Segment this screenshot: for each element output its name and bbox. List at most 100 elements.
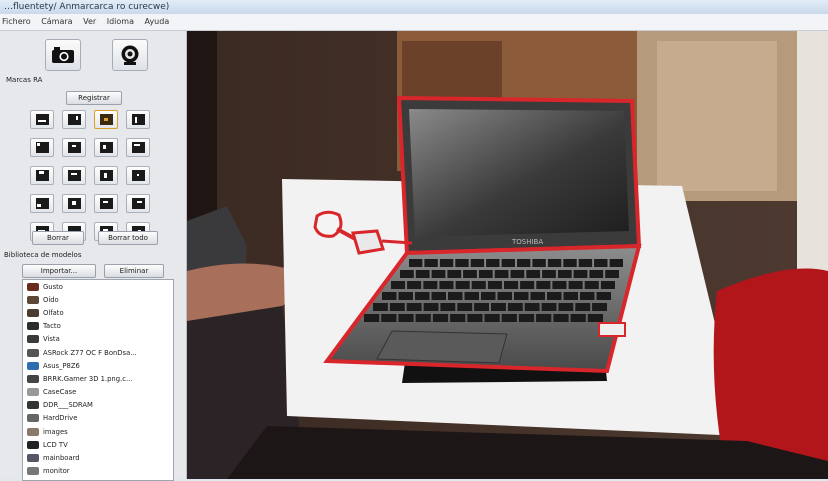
marker-cell[interactable] <box>126 166 150 185</box>
model-list-item[interactable]: mainboard <box>23 451 173 464</box>
model-thumbnail-icon <box>27 282 39 291</box>
model-list-item[interactable]: CaseCase <box>23 386 173 399</box>
register-button[interactable]: Registrar <box>66 91 122 105</box>
model-name: Tacto <box>43 322 61 331</box>
keyboard-key <box>587 314 603 322</box>
menu-camara[interactable]: Cámara <box>41 17 72 26</box>
left-panel: Marcas RA Registrar Borrar Borrar todo B… <box>0 31 187 481</box>
model-list-item[interactable]: DDR___SDRAM <box>23 399 173 412</box>
keyboard-key <box>407 281 422 289</box>
keyboard-key <box>501 314 517 322</box>
menu-idioma[interactable]: Idioma <box>107 17 134 26</box>
marker-cell[interactable] <box>126 110 150 129</box>
model-list-item[interactable]: HardDrive <box>23 412 173 425</box>
model-thumbnail-icon <box>27 361 39 370</box>
marker-grid <box>30 110 160 241</box>
keyboard-key <box>415 270 430 278</box>
keyboard-key <box>467 314 483 322</box>
ar-marker-icon <box>67 142 81 153</box>
keyboard-key <box>507 303 523 311</box>
model-thumbnail-icon <box>27 374 39 383</box>
model-list-item[interactable]: Asus_P8Z6 <box>23 359 173 372</box>
keyboard-key <box>424 259 438 267</box>
keyboard-key <box>578 259 593 267</box>
marker-cell[interactable] <box>30 110 54 129</box>
menu-ver[interactable]: Ver <box>83 17 96 26</box>
keyboard-key <box>573 270 588 278</box>
keyboard-key <box>484 314 500 322</box>
laptop-screen <box>409 109 629 237</box>
model-thumbnail-icon <box>27 467 39 476</box>
keyboard-key <box>389 303 405 311</box>
ar-marker-icon <box>99 142 113 153</box>
model-list-item[interactable]: BRRK.Gamer 3D 1.png.c... <box>23 372 173 385</box>
model-name: monitor <box>43 467 70 476</box>
ar-marker-icon <box>67 198 81 209</box>
marker-cell[interactable] <box>62 194 86 213</box>
model-name: Vista <box>43 335 60 344</box>
model-list-item[interactable]: Tacto <box>23 320 173 333</box>
keyboard-key <box>491 303 506 311</box>
keyboard-key <box>532 259 546 267</box>
keyboard-key <box>510 270 525 278</box>
power-adapter <box>351 229 385 255</box>
keyboard-key <box>448 292 463 300</box>
laptop-brand-label: TOSHIBA <box>511 238 543 246</box>
keyboard-key <box>415 314 431 322</box>
model-name: images <box>43 427 68 436</box>
model-list-item[interactable]: ASRock Z77 OC F BonDsa... <box>23 346 173 359</box>
model-name: ASRock Z77 OC F BonDsa... <box>43 348 137 357</box>
model-list-item[interactable]: Olfato <box>23 306 173 319</box>
keyboard-key <box>580 292 595 300</box>
keyboard-key <box>431 292 446 300</box>
keyboard-key <box>474 303 489 311</box>
ar-marker-icon <box>99 170 113 181</box>
import-button[interactable]: Importar... <box>22 264 96 278</box>
marker-cell[interactable] <box>62 138 86 157</box>
marker-cell[interactable] <box>94 110 118 129</box>
keyboard-key <box>541 303 557 311</box>
menu-ayuda[interactable]: Ayuda <box>145 17 170 26</box>
camera-button[interactable] <box>45 39 81 71</box>
keyboard-key <box>450 314 466 322</box>
keyboard-key <box>481 292 496 300</box>
model-list-item[interactable]: Gusto <box>23 280 173 293</box>
marker-cell[interactable] <box>30 138 54 157</box>
webcam-button[interactable] <box>112 39 148 71</box>
keyboard-key <box>568 281 583 289</box>
ar-marker-icon <box>35 198 49 209</box>
delete-all-markers-button[interactable]: Borrar todo <box>98 231 158 245</box>
ar-marker-icon <box>131 198 145 209</box>
model-list[interactable]: Gusto Oído Olfato Tacto Vista ASRock Z77 OC F… <box>22 279 174 481</box>
keyboard-key <box>447 270 462 278</box>
keyboard-key <box>520 281 535 289</box>
keyboard-key <box>547 292 562 300</box>
marker-cell[interactable] <box>126 194 150 213</box>
marker-cell[interactable] <box>62 110 86 129</box>
remove-model-button[interactable]: Eliminar <box>104 264 164 278</box>
keyboard-key <box>470 259 485 267</box>
marker-cell[interactable] <box>94 166 118 185</box>
model-list-item[interactable]: Vista <box>23 333 173 346</box>
ar-marker-icon <box>131 170 145 181</box>
marker-cell[interactable] <box>94 194 118 213</box>
marker-cell[interactable] <box>30 166 54 185</box>
model-name: BRRK.Gamer 3D 1.png.c... <box>43 374 133 383</box>
keyboard-key <box>501 259 515 267</box>
usb-plug <box>598 322 626 337</box>
keyboard-key <box>497 292 512 300</box>
keyboard-key <box>558 303 574 311</box>
model-list-item[interactable]: LCD TV <box>23 438 173 451</box>
keyboard-key <box>423 281 438 289</box>
delete-marker-button[interactable]: Borrar <box>32 231 84 245</box>
model-name: Oído <box>43 295 59 304</box>
menu-fichero[interactable]: Fichero <box>2 17 31 26</box>
marker-cell[interactable] <box>62 166 86 185</box>
marker-cell[interactable] <box>94 138 118 157</box>
model-list-item[interactable]: images <box>23 425 173 438</box>
model-list-item[interactable]: monitor <box>23 465 173 478</box>
keyboard-key <box>594 259 608 267</box>
model-list-item[interactable]: Oído <box>23 293 173 306</box>
marker-cell[interactable] <box>30 194 54 213</box>
marker-cell[interactable] <box>126 138 150 157</box>
